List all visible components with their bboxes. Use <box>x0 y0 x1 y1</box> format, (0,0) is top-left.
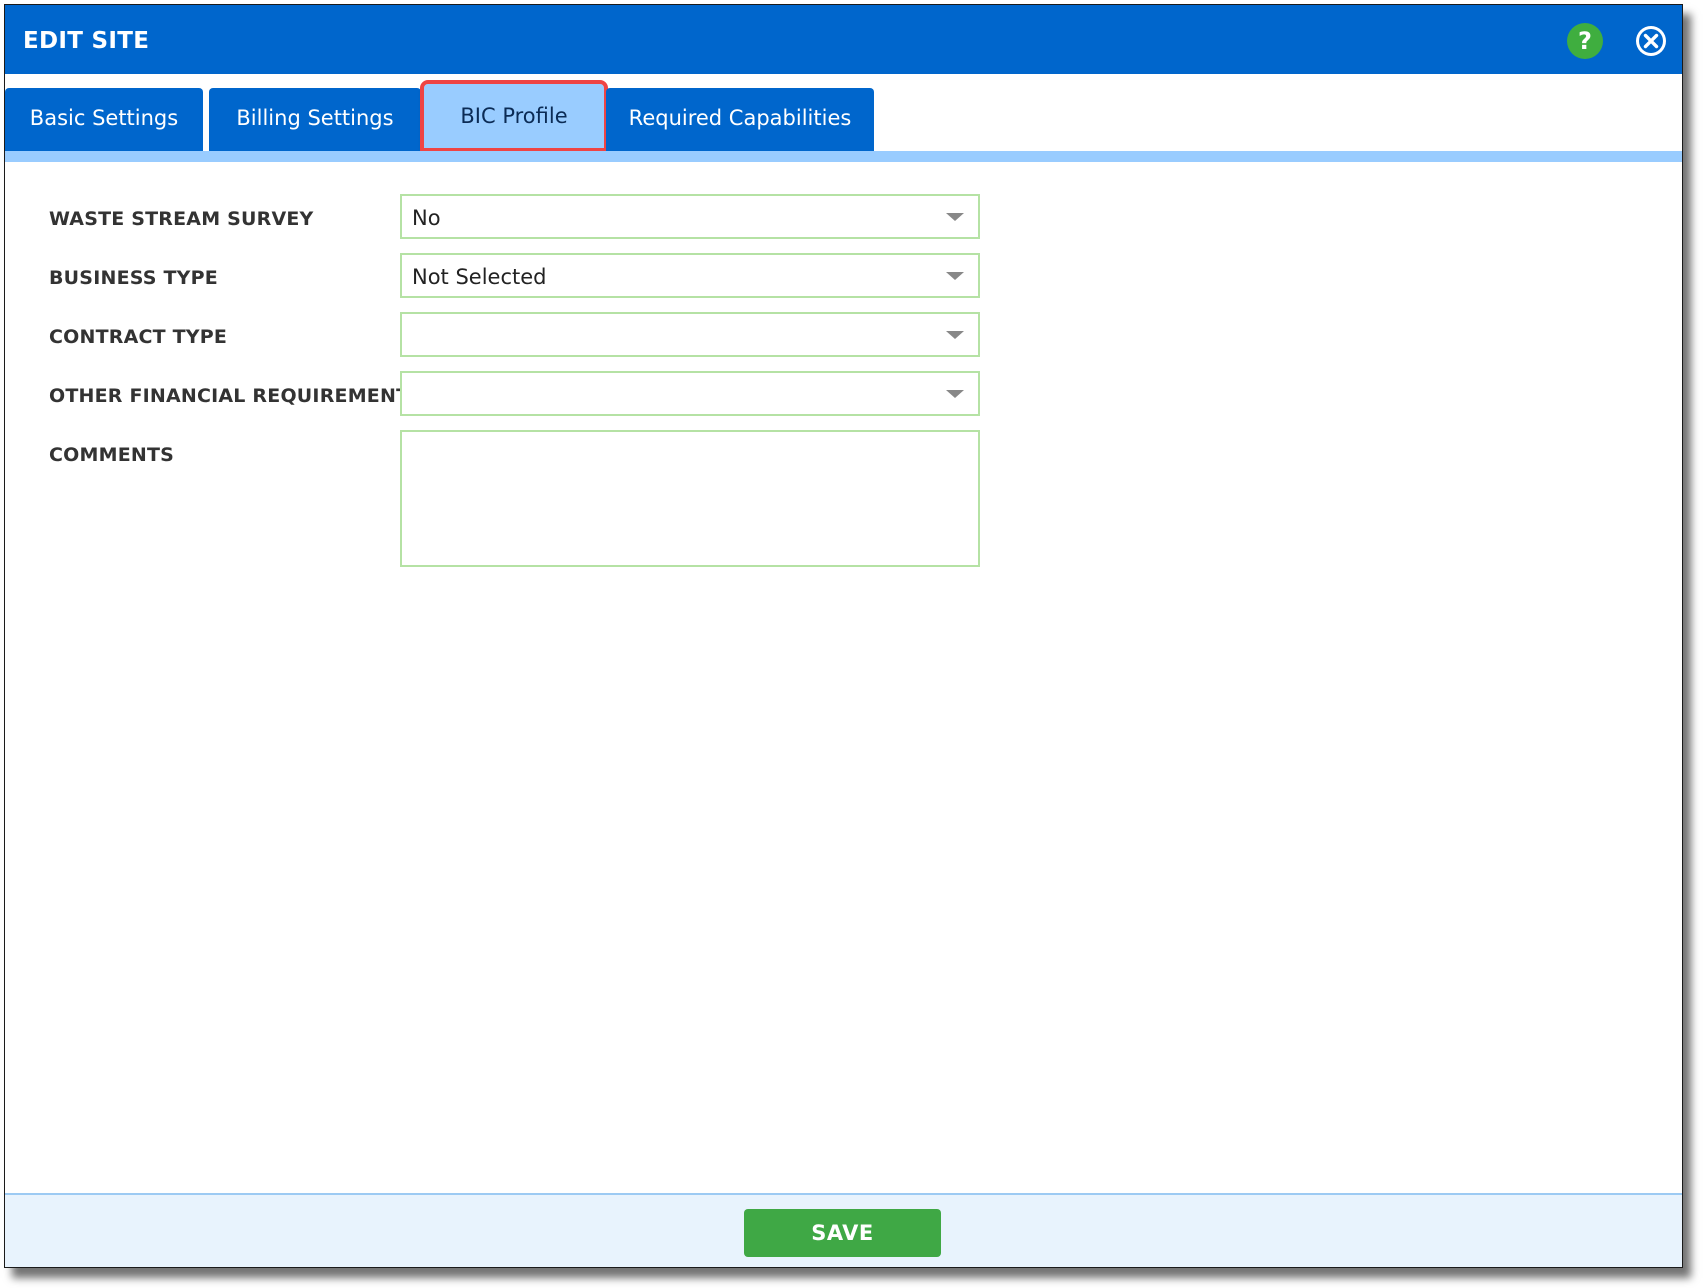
tab-bar: Basic Settings Billing Settings BIC Prof… <box>5 80 1682 152</box>
comments-textarea[interactable] <box>400 430 980 567</box>
help-button[interactable]: ? <box>1567 23 1603 59</box>
chevron-down-icon <box>946 390 964 398</box>
waste-stream-survey-value: No <box>412 206 441 230</box>
save-button[interactable]: SAVE <box>744 1209 941 1257</box>
other-financial-requirements-select[interactable] <box>400 371 980 416</box>
chevron-down-icon <box>946 331 964 339</box>
tab-basic-settings[interactable]: Basic Settings <box>5 88 203 151</box>
edit-site-dialog: EDIT SITE ? Basic Settings Billing Setti… <box>4 4 1683 1268</box>
screen: EDIT SITE ? Basic Settings Billing Setti… <box>0 0 1706 1288</box>
waste-stream-survey-select[interactable]: No <box>400 194 980 239</box>
business-type-value: Not Selected <box>412 265 547 289</box>
tab-billing-settings[interactable]: Billing Settings <box>209 88 421 151</box>
close-button[interactable] <box>1633 23 1669 59</box>
tab-bic-profile[interactable]: BIC Profile <box>420 80 608 152</box>
business-type-select[interactable]: Not Selected <box>400 253 980 298</box>
dialog-title: EDIT SITE <box>23 28 150 54</box>
chevron-down-icon <box>946 213 964 221</box>
business-type-label: BUSINESS TYPE <box>49 267 218 289</box>
dialog-titlebar: EDIT SITE ? <box>5 5 1682 74</box>
help-icon: ? <box>1578 27 1592 55</box>
waste-stream-survey-label: WASTE STREAM SURVEY <box>49 208 314 230</box>
tab-required-capabilities[interactable]: Required Capabilities <box>606 88 874 151</box>
comments-label: COMMENTS <box>49 444 175 466</box>
other-financial-requirements-label: OTHER FINANCIAL REQUIREMENTS <box>49 385 424 407</box>
contract-type-label: CONTRACT TYPE <box>49 326 228 348</box>
contract-type-select[interactable] <box>400 312 980 357</box>
dialog-footer: SAVE <box>5 1193 1682 1267</box>
chevron-down-icon <box>946 272 964 280</box>
tab-underline <box>5 151 1682 162</box>
close-circle-icon <box>1636 26 1666 56</box>
